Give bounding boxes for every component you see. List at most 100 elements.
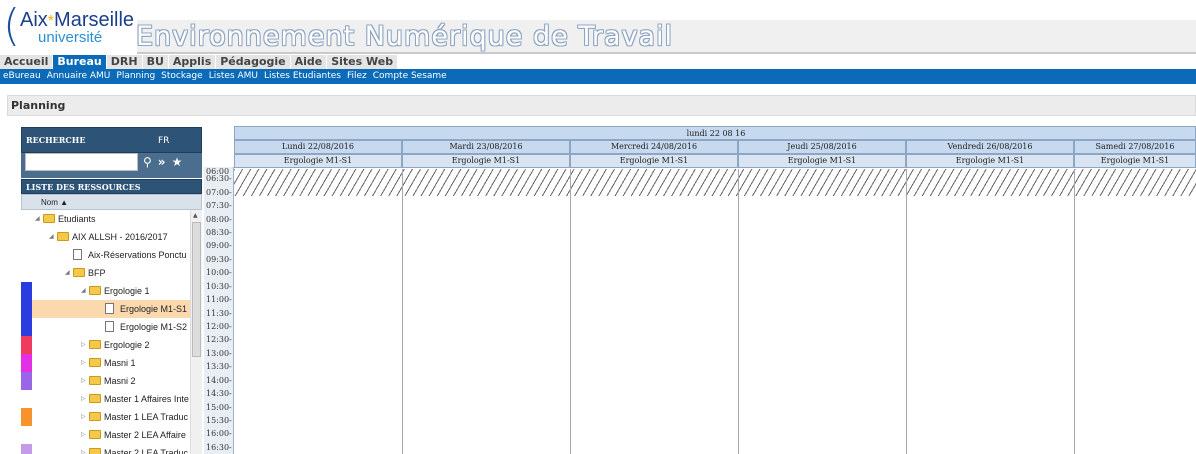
color-swatch [21, 336, 32, 354]
tree-item[interactable]: ▷ Masni 2 [21, 372, 190, 390]
nav-tab-aide[interactable]: Aide [290, 55, 327, 69]
color-swatch [21, 408, 32, 426]
search-input[interactable] [25, 153, 138, 171]
unavailable-slot [234, 169, 1196, 196]
collapse-arrow-icon[interactable]: ◢ [35, 210, 40, 228]
time-label: 13:30- [206, 362, 232, 371]
folder-icon [43, 214, 55, 223]
day-header[interactable]: Mercredi 24/08/2016 [570, 140, 738, 154]
day-separator [570, 169, 571, 454]
resources-title: LISTE DES RESSOURCES [26, 182, 141, 192]
subnav-annuaire-amu[interactable]: Annuaire AMU [47, 69, 111, 84]
time-label: 10:30- [206, 282, 232, 291]
time-label: 08:30- [206, 228, 232, 237]
tree-item[interactable]: ◢ Etudiants [21, 210, 190, 228]
document-icon [105, 303, 114, 314]
tree-item[interactable]: ▷ Master 2 LEA Traduc [21, 444, 190, 454]
subnav-stockage[interactable]: Stockage [161, 69, 203, 84]
day-header[interactable]: Vendredi 26/08/2016 [906, 140, 1074, 154]
logo[interactable]: ( Aix*Marseille université [3, 0, 134, 51]
expand-arrow-icon[interactable]: ▷ [81, 426, 86, 444]
expand-arrow-icon[interactable]: ▷ [81, 390, 86, 408]
resources-header: LISTE DES RESSOURCES [21, 179, 202, 194]
subnav-filez[interactable]: Filez [347, 69, 367, 84]
color-swatch [21, 318, 32, 336]
expand-arrow-icon[interactable]: ▷ [81, 372, 86, 390]
time-column: 06:00 06:30- 07:00- 07:30- 08:00- 08:30- 09:00… [204, 167, 234, 454]
collapse-arrow-icon[interactable]: ◢ [49, 228, 54, 246]
nav-tab-p-dagogie[interactable]: Pédagogie [216, 55, 290, 69]
nav-tab-bureau[interactable]: Bureau [53, 55, 106, 69]
tree-item[interactable]: ◢ Ergologie 1 [21, 282, 190, 300]
tree-item[interactable]: ▷ Masni 1 [21, 354, 190, 372]
day-header[interactable]: Mardi 23/08/2016 [402, 140, 570, 154]
color-swatch [21, 354, 32, 372]
calendar-grid[interactable] [234, 196, 1196, 454]
day-separator [738, 169, 739, 454]
day-header[interactable]: Jeudi 25/08/2016 [738, 140, 906, 154]
time-label: 15:30- [206, 416, 232, 425]
subnav-compte-sesame[interactable]: Compte Sesame [373, 69, 447, 84]
day-header[interactable]: Samedi 27/08/2016 [1074, 140, 1196, 154]
language-toggle[interactable]: FR [158, 136, 169, 146]
tree-item[interactable]: ▷ Master 1 Affaires Inte [21, 390, 190, 408]
time-label: 16:00- [206, 429, 232, 438]
day-separator [1074, 169, 1075, 454]
scroll-thumb[interactable] [192, 222, 201, 357]
subnav-planning[interactable]: Planning [116, 69, 155, 84]
document-icon [73, 249, 82, 260]
search-icon[interactable]: ⚲ [143, 155, 152, 169]
day-group-header: Ergologie M1-S1 [402, 154, 570, 168]
column-header-name[interactable]: Nom ▲ [21, 194, 202, 210]
tree-item[interactable]: Ergologie M1-S2 [21, 318, 190, 336]
nav-tab-accueil[interactable]: Accueil [0, 55, 53, 69]
tree-item[interactable]: ◢ AIX ALLSH - 2016/2017 [21, 228, 190, 246]
search-header: RECHERCHE FR [21, 127, 202, 153]
day-header[interactable]: Lundi 22/08/2016 [234, 140, 402, 154]
search-row: ⚲ » ★ [21, 153, 202, 178]
subnav-ebureau[interactable]: eBureau [3, 69, 41, 84]
tree-item[interactable]: ▷ Ergologie 2 [21, 336, 190, 354]
day-separator [906, 169, 907, 454]
time-label: 09:30- [206, 255, 232, 264]
tree-item-label: Ergologie M1-S1 [120, 304, 188, 314]
site-title-bar: Environnement Numérique de Travail [136, 20, 1196, 54]
expand-arrow-icon[interactable]: ▷ [81, 444, 86, 454]
star-icon[interactable]: ★ [172, 155, 183, 169]
folder-icon [89, 376, 101, 385]
tree-item[interactable]: Aix-Réservations Ponctu [21, 246, 190, 264]
scroll-up-icon[interactable]: ▲ [193, 212, 198, 220]
logo-brace-icon: ( [3, 0, 21, 51]
subnav-listes-amu[interactable]: Listes AMU [209, 69, 258, 84]
expand-arrow-icon[interactable]: ▷ [81, 336, 86, 354]
tree-item-label: Master 1 LEA Traduc [104, 412, 189, 422]
forward-icon[interactable]: » [158, 155, 166, 169]
tree-item[interactable]: ◢ BFP [21, 264, 190, 282]
collapse-arrow-icon[interactable]: ◢ [65, 264, 70, 282]
nav-tab-bu[interactable]: BU [142, 55, 168, 69]
resource-tree: ◢ Etudiants ◢ AIX ALLSH - 2016/2017 Aix-Rése… [21, 210, 190, 454]
folder-icon [73, 268, 85, 277]
tree-item[interactable]: ▷ Master 1 LEA Traduc [21, 408, 190, 426]
expand-arrow-icon[interactable]: ▷ [81, 408, 86, 426]
tree-item-label: Ergologie M1-S2 [120, 322, 188, 332]
collapse-arrow-icon[interactable]: ◢ [81, 282, 86, 300]
tree-item[interactable]: ▷ Master 2 LEA Affaire [21, 426, 190, 444]
logo-subtext: université [38, 29, 103, 46]
tree-scrollbar[interactable]: ▲ [190, 210, 202, 454]
day-group-header: Ergologie M1-S1 [1074, 154, 1196, 168]
tree-item-label: Etudiants [58, 214, 96, 224]
search-label: RECHERCHE [26, 135, 86, 145]
nav-tab-applis[interactable]: Applis [168, 55, 216, 69]
time-label: 11:00- [206, 295, 232, 304]
day-group-header: Ergologie M1-S1 [234, 154, 402, 168]
subnav-listes-etudiantes[interactable]: Listes Etudiantes [264, 69, 341, 84]
tree-item[interactable]: Ergologie M1-S1 [21, 300, 190, 318]
time-label: 12:00- [206, 322, 232, 331]
time-label: 08:00- [206, 215, 232, 224]
nav-tab-drh[interactable]: DRH [106, 55, 142, 69]
site-title: Environnement Numérique de Travail [136, 21, 674, 52]
expand-arrow-icon[interactable]: ▷ [81, 354, 86, 372]
nav-tab-sites-web[interactable]: Sites Web [327, 55, 398, 69]
tree-item-label: Aix-Réservations Ponctu [88, 250, 187, 260]
